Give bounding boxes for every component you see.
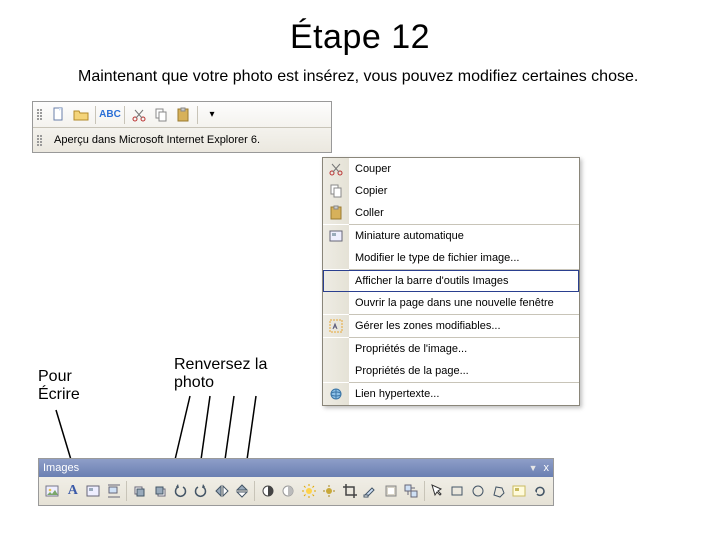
annotation-left: Pour Écrire (38, 368, 108, 404)
contrast-up-icon[interactable] (257, 480, 278, 502)
bring-forward-icon[interactable] (129, 480, 150, 502)
rotate-left-icon[interactable] (170, 480, 191, 502)
images-toolbar-titlebar[interactable]: Images ▼ x (39, 459, 553, 477)
images-toolbar-title: Images (43, 462, 79, 474)
crop-icon[interactable] (340, 480, 361, 502)
menu-hyperlink[interactable]: Lien hypertexte... (323, 383, 579, 405)
menu-image-properties[interactable]: Propriétés de l'image... (323, 338, 579, 360)
flip-vertical-icon[interactable] (232, 480, 253, 502)
close-icon[interactable]: x (544, 462, 550, 474)
preview-label[interactable]: Aperçu dans Microsoft Internet Explorer … (48, 132, 266, 148)
open-folder-icon[interactable] (70, 105, 92, 125)
menu-label: Miniature automatique (349, 230, 579, 242)
menu-change-image-type[interactable]: Modifier le type de fichier image... (323, 247, 579, 269)
toolbar-grip[interactable] (37, 135, 45, 146)
polygon-hotspot-icon[interactable] (488, 480, 509, 502)
copy-icon (323, 180, 349, 202)
bevel-icon[interactable] (381, 480, 402, 502)
editable-zones-icon (323, 315, 349, 337)
brightness-down-icon[interactable] (319, 480, 340, 502)
menu-label: Afficher la barre d'outils Images (349, 275, 579, 287)
menu-label: Propriétés de la page... (349, 365, 579, 377)
menu-cut[interactable]: Couper (323, 158, 579, 180)
menu-label: Coller (349, 207, 579, 219)
copy-icon[interactable] (150, 105, 172, 125)
menu-label: Copier (349, 185, 579, 197)
images-toolbar: Images ▼ x A (38, 458, 554, 506)
dropdown-icon[interactable]: ▼ (529, 463, 538, 473)
menu-paste[interactable]: Coller (323, 202, 579, 224)
context-menu: Couper Copier Coller Miniature automatiq… (322, 157, 580, 406)
menu-copy[interactable]: Copier (323, 180, 579, 202)
paste-icon (323, 202, 349, 224)
spellcheck-icon[interactable]: ABC (99, 105, 121, 125)
text-icon[interactable]: A (63, 480, 84, 502)
menu-label: Ouvrir la page dans une nouvelle fenêtre (349, 297, 579, 309)
more-icon[interactable]: ▾ (201, 105, 223, 125)
rectangle-hotspot-icon[interactable] (447, 480, 468, 502)
menu-label: Gérer les zones modifiables... (349, 320, 579, 332)
hyperlink-icon (323, 383, 349, 405)
menu-label: Couper (349, 163, 579, 175)
flip-horizontal-icon[interactable] (211, 480, 232, 502)
absolute-position-icon[interactable] (104, 480, 125, 502)
annotation-right: Renversez la photo (174, 356, 294, 392)
send-backward-icon[interactable] (150, 480, 171, 502)
contrast-down-icon[interactable] (278, 480, 299, 502)
resample-icon[interactable] (401, 480, 422, 502)
cut-icon[interactable] (128, 105, 150, 125)
toolbar-grip[interactable] (37, 109, 45, 120)
menu-show-images-toolbar[interactable]: Afficher la barre d'outils Images (323, 270, 579, 292)
menu-page-properties[interactable]: Propriétés de la page... (323, 360, 579, 382)
rotate-right-icon[interactable] (191, 480, 212, 502)
restore-icon[interactable] (529, 480, 550, 502)
select-icon[interactable] (427, 480, 448, 502)
menu-manage-editable[interactable]: Gérer les zones modifiables... (323, 315, 579, 337)
thumbnail-icon[interactable] (83, 480, 104, 502)
standard-toolbar: ABC ▾ Aperçu dans Microsoft Internet Exp… (32, 101, 332, 153)
insert-image-icon[interactable] (42, 480, 63, 502)
intro-text: Maintenant que votre photo est insérez, … (78, 67, 660, 87)
new-page-icon[interactable] (48, 105, 70, 125)
cut-icon (323, 158, 349, 180)
menu-auto-thumbnail[interactable]: Miniature automatique (323, 225, 579, 247)
transparent-color-icon[interactable] (360, 480, 381, 502)
brightness-up-icon[interactable] (298, 480, 319, 502)
menu-label: Propriétés de l'image... (349, 343, 579, 355)
paste-icon[interactable] (172, 105, 194, 125)
circle-hotspot-icon[interactable] (468, 480, 489, 502)
thumbnail-icon (323, 225, 349, 247)
highlight-hotspots-icon[interactable] (509, 480, 530, 502)
page-title: Étape 12 (0, 18, 720, 57)
menu-label: Lien hypertexte... (349, 388, 579, 400)
menu-label: Modifier le type de fichier image... (349, 252, 579, 264)
menu-open-new-window[interactable]: Ouvrir la page dans une nouvelle fenêtre (323, 292, 579, 314)
